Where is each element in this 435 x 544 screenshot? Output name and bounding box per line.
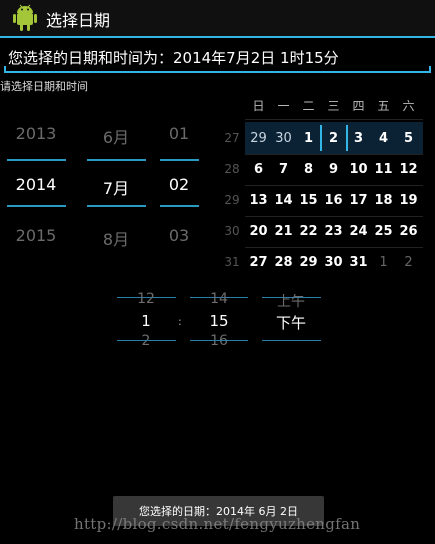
calendar-day[interactable]: 1 (371, 255, 396, 270)
calendar-day[interactable]: 17 (346, 193, 371, 208)
calendar-day[interactable]: 30 (271, 131, 296, 146)
month-next[interactable]: 8月 (86, 226, 146, 250)
calendar-day[interactable]: 27 (246, 255, 271, 270)
month-prev[interactable]: 6月 (86, 124, 146, 148)
weekday-wed: 三 (327, 99, 340, 113)
calendar-day[interactable]: 7 (271, 162, 296, 177)
calendar-day[interactable]: 28 (271, 255, 296, 270)
weekday-thu: 四 (352, 99, 365, 113)
calendar-day[interactable]: 16 (321, 193, 346, 208)
calendar-row-line (245, 185, 423, 186)
calendar-day[interactable]: 21 (271, 224, 296, 239)
calendar-day[interactable]: 8 (296, 162, 321, 177)
minute-line-bottom (190, 340, 248, 341)
calendar-day[interactable]: 5 (396, 131, 421, 146)
week-number: 30 (224, 224, 240, 238)
android-icon (13, 4, 37, 31)
ampm-line-bottom (262, 340, 321, 341)
prompt-label: 请选择日期和时间 (0, 80, 88, 93)
calendar-day[interactable]: 18 (371, 193, 396, 208)
result-text: 您选择的日期和时间为：2014年7月2日 1时15分 (8, 49, 339, 67)
calendar-day[interactable]: 19 (396, 193, 421, 208)
calendar-day[interactable]: 14 (271, 193, 296, 208)
calendar-day[interactable]: 12 (396, 162, 421, 177)
calendar-day[interactable]: 1 (296, 131, 321, 146)
calendar-header-line (245, 119, 423, 120)
calendar-row-line (245, 247, 423, 248)
hour-current[interactable]: 1 (116, 312, 176, 330)
calendar-day[interactable]: 22 (296, 224, 321, 239)
calendar-day[interactable]: 29 (296, 255, 321, 270)
time-separator: : (178, 315, 182, 328)
calendar-day[interactable]: 26 (396, 224, 421, 239)
month-divider-bottom (87, 205, 146, 207)
calendar-day[interactable]: 13 (246, 193, 271, 208)
watermark: http://blog.csdn.net/fengyuzhengfan (74, 515, 361, 533)
ampm-current[interactable]: 下午 (261, 312, 321, 333)
year-divider-bottom (7, 205, 66, 207)
calendar-day[interactable]: 31 (346, 255, 371, 270)
minute-prev[interactable]: 14 (189, 291, 249, 307)
week-number: 29 (224, 193, 240, 207)
calendar-row-line (245, 154, 423, 155)
day-divider-top (160, 159, 199, 161)
hour-line-bottom (117, 340, 176, 341)
weekday-tue: 二 (302, 99, 315, 113)
day-current[interactable]: 02 (149, 175, 209, 194)
app-title: 选择日期 (46, 11, 111, 30)
calendar-day[interactable]: 23 (321, 224, 346, 239)
calendar-day[interactable]: 15 (296, 193, 321, 208)
year-current[interactable]: 2014 (6, 175, 66, 194)
calendar-day[interactable]: 9 (321, 162, 346, 177)
day-next[interactable]: 03 (149, 226, 209, 245)
calendar-day[interactable]: 29 (246, 131, 271, 146)
weekday-fri: 五 (377, 99, 390, 113)
edit-underline (4, 71, 431, 73)
ampm-prev[interactable]: 上午 (261, 291, 321, 311)
calendar-day[interactable]: 30 (321, 255, 346, 270)
calendar-day[interactable]: 6 (246, 162, 271, 177)
year-prev[interactable]: 2013 (6, 124, 66, 143)
month-current[interactable]: 7月 (86, 175, 146, 199)
calendar-day[interactable]: 4 (371, 131, 396, 146)
week-number: 31 (224, 255, 240, 269)
calendar-day[interactable]: 24 (346, 224, 371, 239)
month-divider-top (87, 159, 146, 161)
calendar-day[interactable]: 10 (346, 162, 371, 177)
calendar-day[interactable]: 2 (396, 255, 421, 270)
edit-underline-cap-left (4, 66, 6, 72)
edit-underline-cap-right (429, 66, 431, 72)
weekday-sat: 六 (402, 99, 415, 113)
year-next[interactable]: 2015 (6, 226, 66, 245)
hour-next[interactable]: 2 (116, 333, 176, 349)
weekday-sun: 日 (252, 99, 265, 113)
week-number: 28 (224, 162, 240, 176)
minute-current[interactable]: 15 (189, 312, 249, 330)
calendar-day[interactable]: 25 (371, 224, 396, 239)
year-divider-top (7, 159, 66, 161)
day-prev[interactable]: 01 (149, 124, 209, 143)
minute-next[interactable]: 16 (189, 333, 249, 349)
week-number: 27 (224, 131, 240, 145)
calendar-day-selected[interactable]: 2 (321, 131, 346, 146)
calendar-day[interactable]: 3 (346, 131, 371, 146)
calendar-day[interactable]: 20 (246, 224, 271, 239)
hour-prev[interactable]: 12 (116, 291, 176, 307)
day-divider-bottom (160, 205, 199, 207)
calendar-row-line (245, 216, 423, 217)
calendar-day[interactable]: 11 (371, 162, 396, 177)
weekday-mon: 一 (277, 99, 290, 113)
